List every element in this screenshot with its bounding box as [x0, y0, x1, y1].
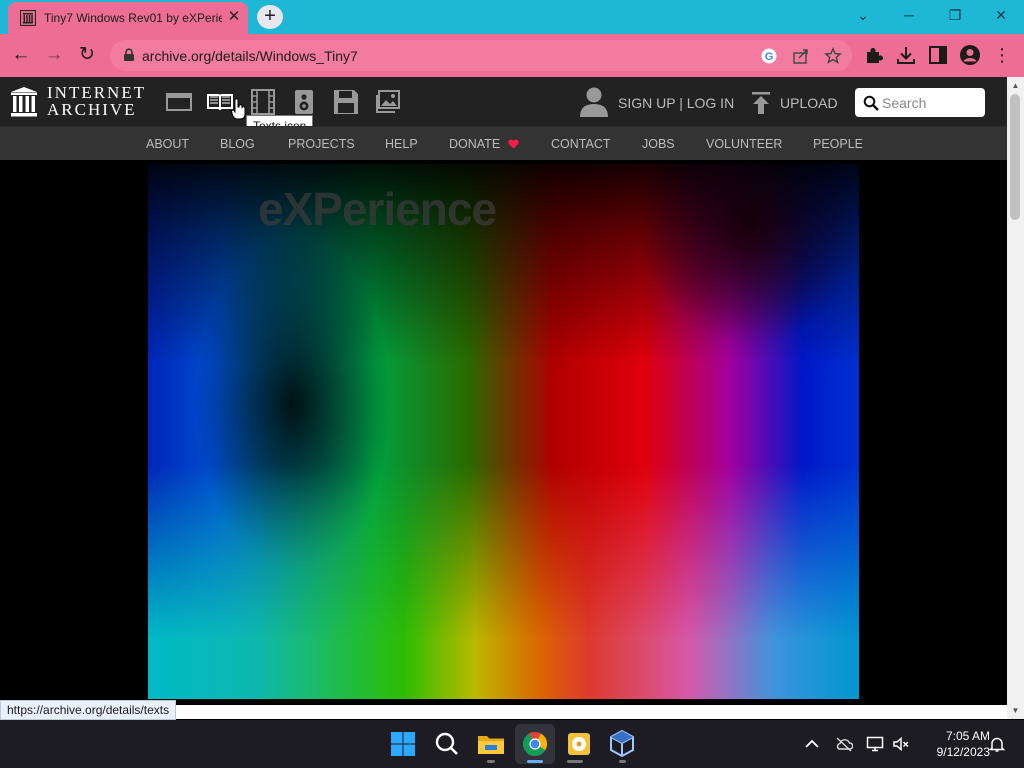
experience-watermark: eXPerience [258, 183, 497, 235]
forward-button[interactable]: → [41, 42, 67, 68]
sign-up-log-in-link[interactable]: SIGN UP | LOG IN [618, 95, 734, 111]
web-archive-icon[interactable] [166, 89, 192, 115]
chrome-icon[interactable] [518, 727, 552, 761]
taskbar-search-icon[interactable] [430, 727, 464, 761]
ia-nav-bar: ABOUT BLOG PROJECTS HELP DONATE CONTACT … [0, 126, 1007, 160]
scroll-down-arrow-icon[interactable]: ▼ [1011, 706, 1020, 715]
item-preview-image[interactable]: eXPerience [148, 164, 859, 699]
video-film-icon[interactable] [250, 89, 276, 115]
address-bar[interactable]: archive.org/details/Windows_Tiny7 G [110, 40, 852, 71]
internet-archive-logo-icon[interactable] [10, 87, 38, 117]
nav-help[interactable]: HELP [385, 137, 418, 151]
texts-book-icon[interactable] [207, 89, 233, 115]
wallpaper-top-shade [148, 164, 859, 364]
browser-tab-strip: Tiny7 Windows Rev01 by eXPerie ✕ + ⌄ ─ ❐… [0, 0, 1024, 34]
images-picture-icon[interactable] [375, 89, 401, 115]
nav-blog[interactable]: BLOG [220, 137, 255, 151]
virtualbox-indicator [619, 760, 626, 763]
disk-utility-icon[interactable] [562, 727, 596, 761]
profile-avatar-icon[interactable] [959, 44, 981, 66]
onedrive-cloud-icon[interactable] [835, 735, 853, 753]
clock-time: 7:05 AM [945, 729, 990, 743]
scroll-up-arrow-icon[interactable]: ▲ [1011, 81, 1020, 90]
browser-toolbar: ← → ↻ archive.org/details/Windows_Tiny7 … [0, 34, 1024, 77]
minimize-button[interactable]: ─ [886, 0, 932, 30]
extensions-puzzle-icon[interactable] [863, 44, 885, 66]
tab-title: Tiny7 Windows Rev01 by eXPerie [44, 11, 222, 25]
wallpaper-bottom-glow [148, 464, 859, 699]
browser-tab-active[interactable]: Tiny7 Windows Rev01 by eXPerie ✕ [8, 2, 248, 34]
upload-link[interactable]: UPLOAD [780, 95, 838, 111]
back-button[interactable]: ← [8, 42, 34, 68]
ia-search-box[interactable] [855, 88, 985, 117]
item-theater: eXPerience [0, 160, 1007, 705]
new-tab-button[interactable]: + [257, 5, 283, 29]
ia-logo-text[interactable]: INTERNET ARCHIVE [47, 84, 146, 118]
tab-search-chevron-icon[interactable]: ⌄ [840, 0, 886, 30]
clock-date: 9/12/2023 [936, 745, 990, 759]
ia-logo-line2: ARCHIVE [47, 100, 137, 119]
ia-logo-line1: INTERNET [47, 83, 147, 102]
upload-arrow-icon[interactable] [750, 91, 772, 115]
nav-contact[interactable]: CONTACT [551, 137, 611, 151]
notification-bell-icon[interactable] [988, 735, 1006, 753]
chrome-active-indicator [527, 760, 543, 763]
google-lens-icon[interactable]: G [760, 47, 778, 65]
heart-icon [508, 139, 519, 149]
show-hidden-icons-chevron-icon[interactable] [803, 735, 821, 753]
system-clock[interactable]: 7:05 AM 9/12/2023 [918, 728, 990, 760]
scrollbar-thumb[interactable] [1010, 94, 1020, 220]
tab-close-icon[interactable]: ✕ [226, 9, 242, 25]
hand-cursor-icon [231, 98, 246, 120]
screen: Tiny7 Windows Rev01 by eXPerie ✕ + ⌄ ─ ❐… [0, 0, 1024, 768]
disk-utility-indicator [567, 760, 583, 763]
download-icon[interactable] [895, 44, 917, 66]
restore-button[interactable]: ❐ [932, 0, 978, 30]
user-account-icon[interactable] [579, 86, 609, 118]
audio-speaker-icon[interactable] [291, 89, 317, 115]
nav-volunteer[interactable]: VOLUNTEER [706, 137, 782, 151]
virtualbox-icon[interactable] [605, 727, 639, 761]
close-window-button[interactable]: ✕ [978, 0, 1024, 30]
windows-start-icon[interactable] [386, 727, 420, 761]
nav-donate-label: DONATE [449, 137, 501, 151]
lock-icon [124, 48, 134, 61]
archive-favicon-icon [20, 10, 36, 26]
explorer-indicator [487, 760, 495, 763]
reload-button[interactable]: ↻ [74, 42, 100, 68]
share-icon[interactable] [792, 47, 810, 65]
network-monitor-icon[interactable] [866, 735, 884, 753]
side-panel-icon[interactable] [927, 44, 949, 66]
url-text[interactable]: archive.org/details/Windows_Tiny7 [142, 48, 358, 64]
bookmark-star-icon[interactable] [824, 47, 842, 65]
nav-donate[interactable]: DONATE [449, 137, 519, 151]
vertical-scrollbar[interactable]: ▲ ▼ [1007, 77, 1024, 719]
link-status-bar: https://archive.org/details/texts [0, 700, 177, 720]
windows-taskbar: 7:05 AM 9/12/2023 [0, 720, 1024, 768]
nav-jobs[interactable]: JOBS [642, 137, 675, 151]
nav-projects[interactable]: PROJECTS [288, 137, 355, 151]
file-explorer-icon[interactable] [474, 727, 508, 761]
svg-text:G: G [765, 51, 774, 63]
nav-about[interactable]: ABOUT [146, 137, 189, 151]
search-icon [863, 95, 879, 111]
browser-menu-button[interactable]: ⋮ [990, 42, 1014, 68]
volume-muted-icon[interactable] [892, 735, 910, 753]
ia-search-input[interactable] [882, 92, 978, 113]
software-floppy-icon[interactable] [333, 89, 359, 115]
nav-people[interactable]: PEOPLE [813, 137, 863, 151]
